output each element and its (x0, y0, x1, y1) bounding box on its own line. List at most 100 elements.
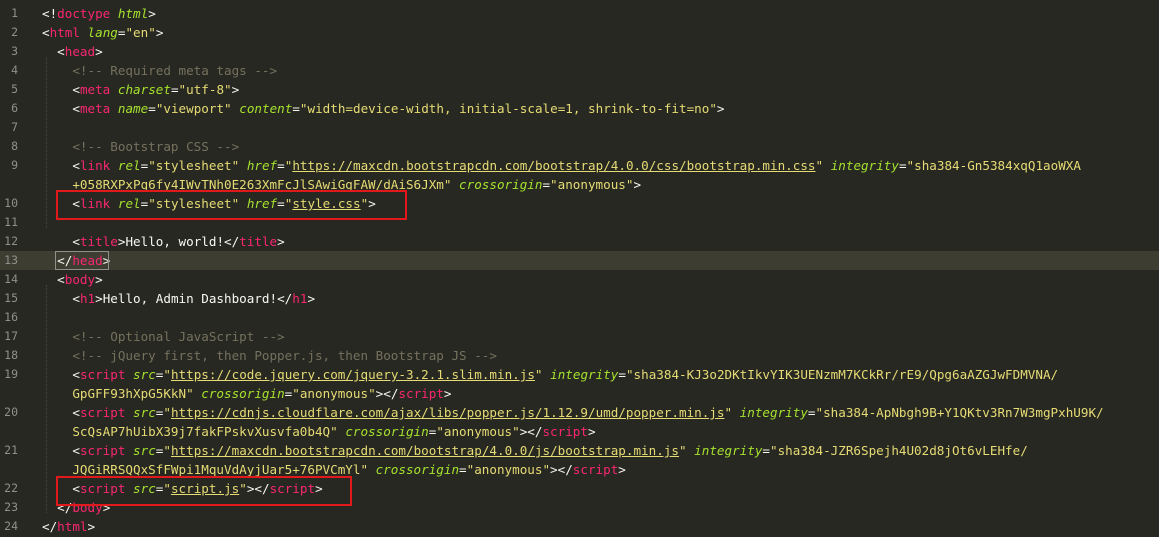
code-line[interactable]: 3 <head> (0, 42, 1159, 61)
code-line[interactable]: 18 <!-- jQuery first, then Popper.js, th… (0, 346, 1159, 365)
code-token: = (618, 367, 626, 382)
code-token: title (79, 234, 118, 249)
code-token: <!-- Bootstrap CSS --> (72, 139, 240, 154)
code-text[interactable]: <meta charset="utf-8"> (42, 80, 239, 99)
line-number: 15 (4, 291, 18, 305)
code-line[interactable]: 19 <script src = "https://code.jquery.com/… (0, 365, 1159, 384)
code-token: crossorigin (201, 386, 285, 401)
code-token: </ (224, 234, 240, 249)
code-line[interactable]: 24 </html> (0, 517, 1159, 536)
code-token: title (239, 234, 278, 249)
code-text[interactable]: <!-- jQuery first, then Popper.js, then … (42, 346, 497, 365)
code-token: charset (117, 82, 171, 97)
code-line[interactable]: 5 <meta charset="utf-8"> (0, 80, 1159, 99)
code-text[interactable]: <body> (42, 270, 103, 289)
code-line[interactable]: 12 <title>Hello, world!</title> (0, 232, 1159, 251)
line-number: 8 (11, 139, 18, 153)
code-token: "sha384-KJ3o2DKtIkvYIK3UENzmM7KCkRr/rE9/… (625, 367, 1059, 382)
code-text[interactable]: <!doctype html> (42, 4, 156, 23)
code-line[interactable]: 13 </head> (0, 251, 1159, 270)
code-token: " (534, 367, 543, 382)
code-token: = (807, 405, 816, 420)
code-line[interactable]: 1 <!doctype html> (0, 4, 1159, 23)
code-token: h1 (79, 291, 96, 306)
code-token: Hello, world! (125, 234, 225, 249)
code-token: https://cdnjs.cloudflare.com/ajax/libs/p… (170, 405, 725, 420)
code-text[interactable]: <head> (42, 42, 103, 61)
code-line[interactable]: 14 <body> (0, 270, 1159, 289)
code-line[interactable]: 16 (0, 308, 1159, 327)
code-text[interactable]: ScQsAP7hUibX39j7fakFPskvXusvfa0b4Q" cros… (42, 422, 595, 441)
code-line[interactable]: 7 (0, 118, 1159, 137)
code-line[interactable]: 6 <meta name="viewport" content="width=d… (0, 99, 1159, 118)
code-token: < (72, 405, 80, 420)
code-token: "anonymous" (466, 462, 551, 477)
code-token: < (72, 82, 80, 97)
code-line[interactable]: 8 <!-- Bootstrap CSS --> (0, 137, 1159, 156)
code-line[interactable]: 4 <!-- Required meta tags --> (0, 61, 1159, 80)
code-line[interactable]: 9 <link rel="stylesheet" href="https://m… (0, 156, 1159, 175)
code-text[interactable]: <!-- Required meta tags --> (42, 61, 277, 80)
code-text[interactable]: <script src = "https://code.jquery.com/jqu… (42, 365, 1058, 384)
code-token: < (72, 234, 80, 249)
code-token: content (239, 101, 293, 116)
code-text[interactable]: <script src = "https://maxcdn.bootstrapcdn… (42, 441, 1027, 460)
code-line-continuation[interactable]: ScQsAP7hUibX39j7fakFPskvXusvfa0b4Q" cros… (0, 422, 1159, 441)
code-token: lang (87, 25, 118, 40)
code-token: head (64, 44, 96, 59)
code-line[interactable]: 15 <h1>Hello, Admin Dashboard!</h1> (0, 289, 1159, 308)
code-text[interactable]: <h1>Hello, Admin Dashboard!</h1> (42, 289, 315, 308)
code-token: > (307, 291, 316, 306)
code-token: > (231, 82, 240, 97)
code-token: < (72, 443, 80, 458)
code-token: = (762, 443, 770, 458)
code-editor[interactable]: 1 <!doctype html> 2 <html lang="en"> 3 <head… (0, 0, 1159, 537)
code-text[interactable]: GpGFF93hXpG5KkN" crossorigin="anonymous"… (42, 384, 451, 403)
code-token: < (72, 367, 80, 382)
line-number: 23 (4, 500, 18, 514)
line-number: 10 (4, 196, 18, 210)
line-number: 11 (4, 215, 18, 229)
code-line[interactable]: 21 <script src = "https://maxcdn.bootstrap… (0, 441, 1159, 460)
code-text[interactable]: <meta name="viewport" content="width=dev… (42, 99, 725, 118)
code-token: > (277, 234, 285, 249)
code-token: = (898, 158, 907, 173)
code-token: <!-- jQuery first, then Popper.js, then … (72, 348, 497, 363)
code-line[interactable]: 17 <!-- Optional JavaScript --> (0, 327, 1159, 346)
code-token: "utf-8" (178, 82, 232, 97)
code-text[interactable]: <script src = "https://cdnjs.cloudflare.co… (42, 403, 1103, 422)
code-line[interactable]: 2 <html lang="en"> (0, 23, 1159, 42)
code-text[interactable]: <html lang="en"> (42, 23, 163, 42)
line-number: 6 (11, 101, 18, 115)
code-token: < (42, 25, 50, 40)
code-token: < (57, 272, 65, 287)
code-text[interactable]: <!-- Optional JavaScript --> (42, 327, 284, 346)
highlight-box-style-link (56, 190, 407, 220)
code-token: < (72, 158, 80, 173)
code-token: body (64, 272, 96, 287)
code-text[interactable]: </html> (42, 517, 95, 536)
code-text[interactable]: <!-- Bootstrap CSS --> (42, 137, 239, 156)
code-token: < (57, 44, 65, 59)
code-token: h1 (292, 291, 308, 306)
code-token: > (618, 462, 626, 477)
code-text[interactable]: <title>Hello, world!</title> (42, 232, 285, 251)
code-text[interactable]: <link rel="stylesheet" href="https://max… (42, 156, 1081, 175)
code-line[interactable]: 20 <script src = "https://cdnjs.cloudflare… (0, 403, 1159, 422)
code-token: Hello, Admin Dashboard! (102, 291, 278, 306)
code-token: "stylesheet" (148, 158, 240, 173)
line-number: 14 (4, 272, 18, 286)
code-token: = (292, 101, 300, 116)
code-token: = (542, 177, 551, 192)
code-token: crossorigin (459, 177, 543, 192)
code-token: > (716, 101, 725, 116)
code-token: GpGFF93hXpG5KkN" (72, 386, 194, 401)
code-token: script (542, 424, 588, 439)
code-line-continuation[interactable]: GpGFF93hXpG5KkN" crossorigin="anonymous"… (0, 384, 1159, 403)
